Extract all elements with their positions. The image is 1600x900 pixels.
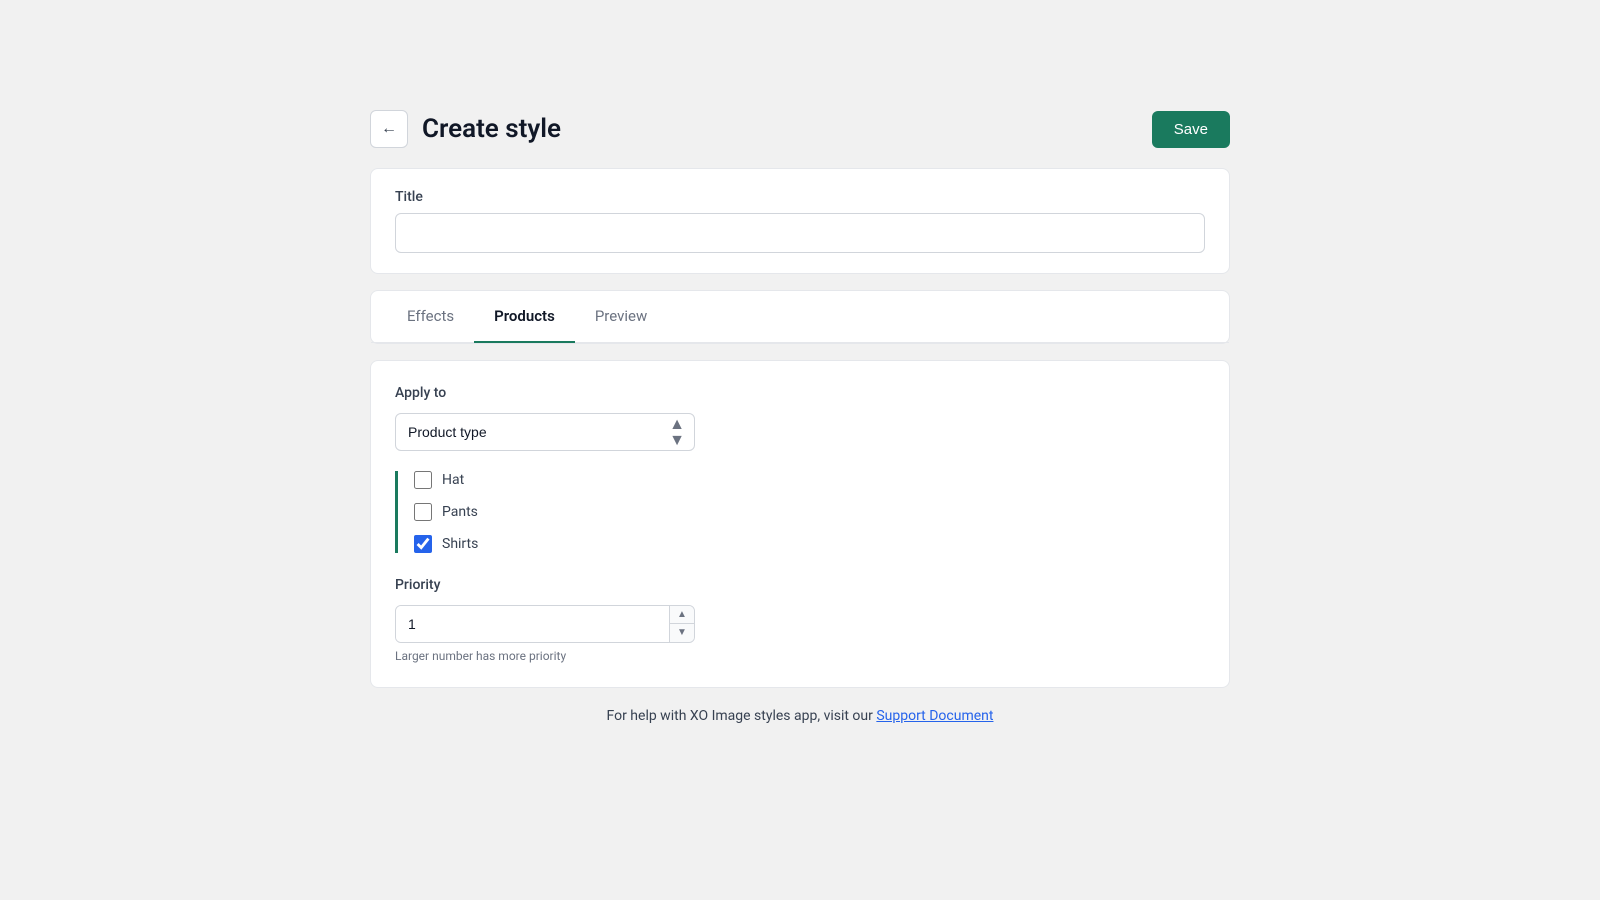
checkbox-item-shirts: Shirts bbox=[414, 535, 1205, 553]
back-arrow-icon: ← bbox=[381, 120, 397, 138]
title-label: Title bbox=[395, 189, 1205, 205]
priority-input[interactable] bbox=[396, 606, 669, 642]
page-wrapper: ← Create style Save Title Effects Produc… bbox=[0, 0, 1600, 724]
footer-text: For help with XO Image styles app, visit… bbox=[607, 708, 877, 724]
header-row: ← Create style Save bbox=[370, 110, 1230, 148]
save-button[interactable]: Save bbox=[1152, 111, 1230, 148]
title-input[interactable] bbox=[395, 213, 1205, 253]
apply-to-select[interactable]: Product type bbox=[395, 413, 695, 451]
priority-hint: Larger number has more priority bbox=[395, 649, 695, 663]
priority-up-button[interactable]: ▲ bbox=[670, 606, 694, 624]
tab-effects[interactable]: Effects bbox=[387, 291, 474, 343]
checkbox-hat[interactable] bbox=[414, 471, 432, 489]
tab-preview[interactable]: Preview bbox=[575, 291, 667, 343]
header-left: ← Create style bbox=[370, 110, 561, 148]
tabs-header: Effects Products Preview bbox=[371, 291, 1229, 343]
priority-spinners: ▲ ▼ bbox=[669, 606, 694, 642]
checkbox-pants[interactable] bbox=[414, 503, 432, 521]
page-title: Create style bbox=[422, 114, 561, 144]
tab-products[interactable]: Products bbox=[474, 291, 575, 343]
back-button[interactable]: ← bbox=[370, 110, 408, 148]
priority-down-button[interactable]: ▼ bbox=[670, 624, 694, 642]
checkbox-hat-label[interactable]: Hat bbox=[442, 472, 464, 488]
checkbox-shirts[interactable] bbox=[414, 535, 432, 553]
checkbox-shirts-label[interactable]: Shirts bbox=[442, 536, 478, 552]
checkbox-pants-label[interactable]: Pants bbox=[442, 504, 478, 520]
checkbox-item-pants: Pants bbox=[414, 503, 1205, 521]
tabs-card: Effects Products Preview bbox=[370, 290, 1230, 344]
checkbox-item-hat: Hat bbox=[414, 471, 1205, 489]
checkbox-list: Hat Pants Shirts bbox=[395, 471, 1205, 553]
priority-input-row: ▲ ▼ bbox=[395, 605, 695, 643]
apply-to-label: Apply to bbox=[395, 385, 1205, 401]
content-area: ← Create style Save Title Effects Produc… bbox=[370, 110, 1230, 724]
footer: For help with XO Image styles app, visit… bbox=[370, 708, 1230, 724]
main-card: Apply to Product type ▲ ▼ Hat Pant bbox=[370, 360, 1230, 688]
apply-to-select-wrapper: Product type ▲ ▼ bbox=[395, 413, 695, 451]
title-card: Title bbox=[370, 168, 1230, 274]
priority-wrapper: ▲ ▼ Larger number has more priority bbox=[395, 605, 695, 663]
priority-label: Priority bbox=[395, 577, 1205, 593]
support-link[interactable]: Support Document bbox=[876, 708, 993, 724]
